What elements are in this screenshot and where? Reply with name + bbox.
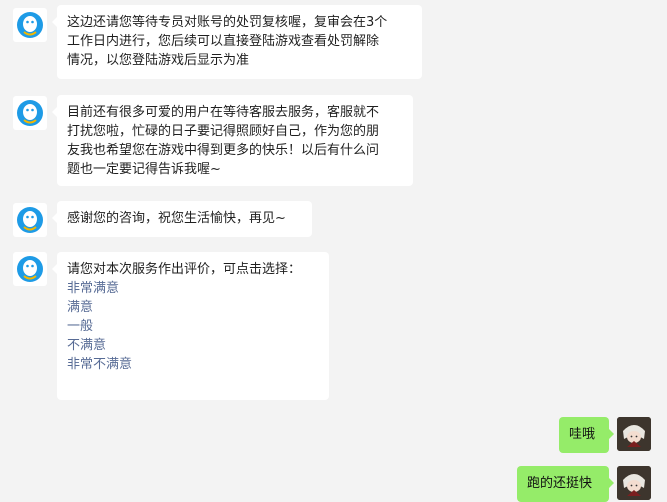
rating-option-very-unsatisfied[interactable]: 非常不满意	[67, 355, 319, 374]
qq-penguin-icon	[17, 12, 43, 38]
service-bot-avatar[interactable]	[13, 8, 47, 42]
message-text-line: 工作日内进行，您后续可以直接登陆游戏查看处罚解除	[67, 34, 380, 49]
outgoing-message-bubble: 哇哦	[559, 417, 614, 453]
message-bubble-rating-request: 请您对本次服务作出评价，可点击选择： 非常满意 满意 一般 不满意 非常不满意	[52, 252, 329, 400]
outgoing-message-bubble: 跑的还挺快	[517, 466, 614, 502]
user-avatar[interactable]	[617, 417, 651, 451]
service-bot-avatar[interactable]	[13, 252, 47, 286]
message-text: 跑的还挺快	[527, 476, 593, 491]
rating-option-neutral[interactable]: 一般	[67, 317, 319, 336]
message-text-line: 打扰您啦，忙碌的日子要记得照顾好自己，作为您的朋	[67, 124, 380, 139]
message-bubble-thanks: 感谢您的咨询，祝您生活愉快，再见~	[52, 201, 312, 237]
message-text-line: 目前还有很多可爱的用户在等待客服去服务，客服就不	[67, 105, 380, 120]
service-bot-avatar[interactable]	[13, 96, 47, 130]
rating-option-very-satisfied[interactable]: 非常满意	[67, 279, 319, 298]
anime-character-avatar-icon	[617, 417, 651, 451]
message-text: 哇哦	[569, 427, 596, 442]
message-text-line: 题也一定要记得告诉我喔~	[67, 162, 221, 177]
message-bubble-farewell-note: 目前还有很多可爱的用户在等待客服去服务，客服就不 打扰您啦，忙碌的日子要记得照顾…	[52, 95, 413, 186]
message-text: 感谢您的咨询，祝您生活愉快，再见~	[67, 211, 286, 226]
message-bubble-review-notice: 这边还请您等待专员对账号的处罚复核喔，复审会在3个 工作日内进行，您后续可以直接…	[52, 5, 422, 79]
rating-option-unsatisfied[interactable]: 不满意	[67, 336, 319, 355]
rating-prompt: 请您对本次服务作出评价，可点击选择：	[67, 262, 302, 277]
user-avatar[interactable]	[617, 466, 651, 500]
message-text-line: 情况，以您登陆游戏后显示为准	[67, 53, 250, 68]
qq-penguin-icon	[17, 207, 43, 233]
message-text-line: 这边还请您等待专员对账号的处罚复核喔，复审会在3个	[67, 15, 388, 30]
qq-penguin-icon	[17, 100, 43, 126]
anime-character-avatar-icon	[617, 466, 651, 500]
service-bot-avatar[interactable]	[13, 203, 47, 237]
message-text-line: 友我也希望您在游戏中得到更多的快乐！以后有什么问	[67, 143, 380, 158]
qq-penguin-icon	[17, 256, 43, 282]
rating-option-satisfied[interactable]: 满意	[67, 298, 319, 317]
